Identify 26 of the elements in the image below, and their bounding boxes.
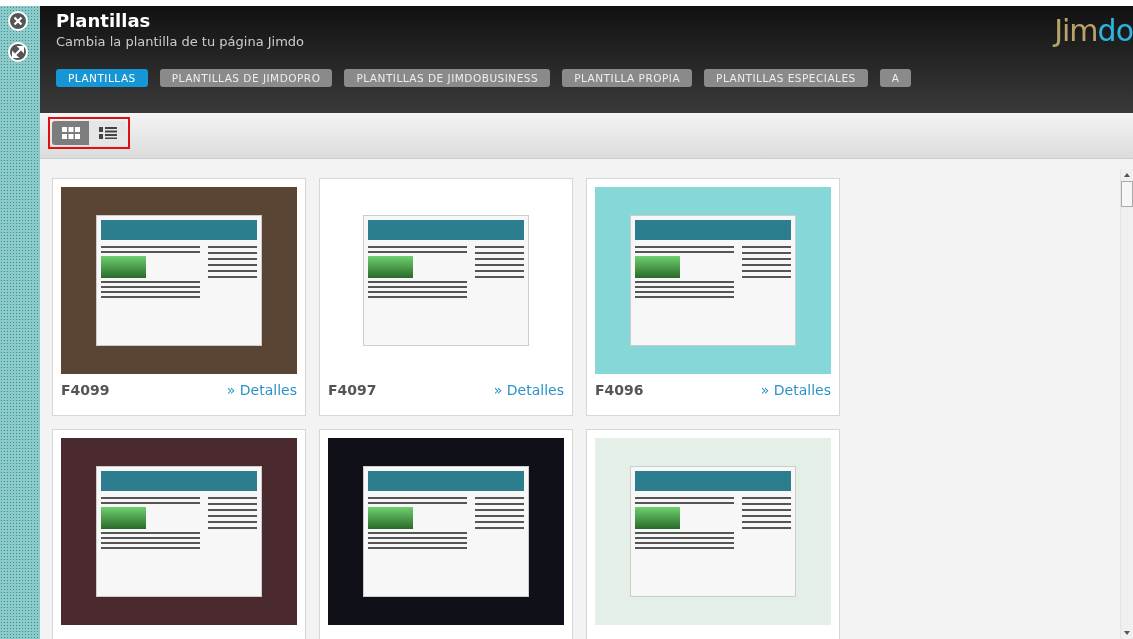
- grid-view-button[interactable]: [52, 121, 89, 145]
- template-card[interactable]: [52, 429, 306, 639]
- details-link[interactable]: » Detalles: [493, 382, 564, 398]
- jimdo-logo: Jimdo: [1054, 16, 1133, 49]
- template-card[interactable]: F4096 » Detalles: [586, 178, 840, 416]
- template-card[interactable]: [319, 429, 573, 639]
- scroll-thumb[interactable]: [1121, 181, 1133, 207]
- tab[interactable]: PLANTILLAS: [56, 69, 148, 87]
- tab[interactable]: PLANTILLAS DE JIMDOPRO: [159, 69, 333, 87]
- scrollbar[interactable]: [1120, 169, 1133, 639]
- tab[interactable]: A: [879, 69, 912, 87]
- tab[interactable]: PLANTILLAS DE JIMDOBUSINESS: [344, 69, 551, 87]
- template-card[interactable]: F4097 » Detalles: [319, 178, 573, 416]
- template-name: F4096: [595, 382, 644, 398]
- grid-icon: [61, 127, 80, 139]
- details-link[interactable]: » Detalles: [226, 382, 297, 398]
- template-card[interactable]: [586, 429, 840, 639]
- panel-subtitle: Cambia la plantilla de tu página Jimdo: [56, 34, 305, 49]
- panel-title: Plantillas: [56, 10, 152, 31]
- template-name: F4097: [328, 382, 377, 398]
- tab[interactable]: PLANTILLA PROPIA: [562, 69, 693, 87]
- details-link[interactable]: » Detalles: [760, 382, 831, 398]
- list-icon: [98, 127, 117, 139]
- template-card[interactable]: F4099 » Detalles: [52, 178, 306, 416]
- tab[interactable]: PLANTILLAS ESPECIALES: [704, 69, 868, 87]
- template-name: F4099: [61, 382, 110, 398]
